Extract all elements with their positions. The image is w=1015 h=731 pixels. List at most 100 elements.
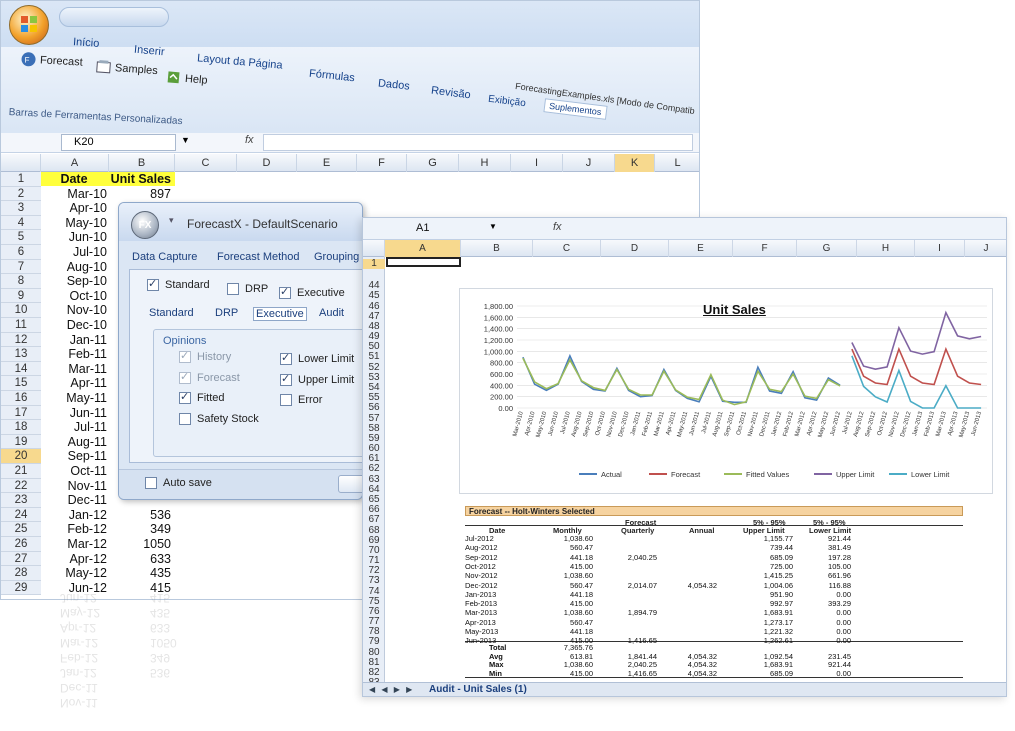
row-number[interactable]: 28: [1, 566, 41, 581]
cell-date[interactable]: Jan-12: [41, 508, 109, 522]
tab-inserir[interactable]: Inserir: [134, 44, 165, 59]
cell-date[interactable]: Apr-11: [41, 376, 109, 390]
checkbox-drp[interactable]: [227, 283, 239, 295]
table-cell[interactable]: 0.00: [795, 669, 851, 678]
checkbox-fitted[interactable]: [179, 390, 191, 404]
table-cell[interactable]: 393.29: [795, 599, 851, 608]
active-cell-a1[interactable]: [386, 257, 461, 267]
option-drp[interactable]: DRP: [227, 283, 268, 295]
front-row-number[interactable]: 45: [363, 291, 385, 301]
row-number[interactable]: 11: [1, 318, 41, 333]
row-number[interactable]: 6: [1, 245, 41, 260]
row-number[interactable]: 5: [1, 230, 41, 245]
front-column-header[interactable]: G: [797, 240, 857, 257]
table-cell[interactable]: 1,221.32: [721, 627, 793, 636]
table-cell[interactable]: 0.00: [795, 608, 851, 617]
menu-forecast-method[interactable]: Forecast Method: [217, 251, 300, 263]
row-number[interactable]: 13: [1, 347, 41, 362]
cell-unit-sales[interactable]: 1050: [109, 537, 175, 551]
cell-date[interactable]: Oct-11: [41, 464, 109, 478]
table-cell[interactable]: Apr-2013: [465, 618, 496, 627]
front-row-number[interactable]: 67: [363, 515, 385, 525]
column-header[interactable]: K: [615, 154, 655, 172]
cell-date[interactable]: Sep-10: [41, 274, 109, 288]
dialog-menu-icon[interactable]: ▾: [169, 215, 174, 226]
row-number[interactable]: 9: [1, 288, 41, 304]
cell-unit-sales[interactable]: 349: [109, 522, 175, 536]
row-number[interactable]: 18: [1, 420, 41, 435]
table-cell[interactable]: 560.47: [523, 543, 593, 552]
row-number[interactable]: 25: [1, 522, 41, 537]
autosave-option[interactable]: Auto save: [145, 477, 212, 489]
checkbox-safety-stock[interactable]: [179, 413, 191, 425]
cell-date[interactable]: Apr-10: [41, 201, 109, 215]
subtab-standard[interactable]: Standard: [149, 307, 194, 319]
row-number[interactable]: 3: [1, 201, 41, 216]
front-row-number[interactable]: 56: [363, 403, 385, 413]
cell-date[interactable]: Aug-10: [41, 260, 109, 274]
table-cell[interactable]: 1,416.65: [595, 636, 657, 645]
row-number[interactable]: 22: [1, 478, 41, 494]
cell-date[interactable]: Jul-11: [41, 420, 109, 434]
cell-date[interactable]: Oct-10: [41, 289, 109, 303]
row-number[interactable]: 12: [1, 332, 41, 348]
front-select-all-corner[interactable]: [363, 240, 385, 257]
cell-date[interactable]: Apr-12: [41, 552, 109, 566]
table-cell[interactable]: 560.47: [523, 581, 593, 590]
table-cell[interactable]: 685.09: [721, 553, 793, 562]
table-cell[interactable]: 1,262.61: [721, 636, 793, 645]
row-number[interactable]: 14: [1, 361, 41, 377]
table-cell[interactable]: 441.18: [523, 627, 593, 636]
front-column-header[interactable]: F: [733, 240, 797, 257]
table-cell[interactable]: 1,038.60: [523, 608, 593, 617]
cell-date[interactable]: Jun-10: [41, 230, 109, 244]
table-cell[interactable]: 921.44: [795, 534, 851, 543]
checkbox-standard[interactable]: [147, 277, 159, 291]
front-column-header[interactable]: D: [601, 240, 669, 257]
cell-date[interactable]: Dec-11: [41, 493, 109, 507]
cell-date[interactable]: Nov-11: [41, 479, 109, 493]
table-cell[interactable]: 116.88: [795, 581, 851, 590]
fx-icon[interactable]: fx: [245, 134, 254, 146]
table-cell[interactable]: 1,415.25: [721, 571, 793, 580]
table-cell[interactable]: Jan-2013: [465, 590, 496, 599]
cell-date[interactable]: Mar-12: [41, 537, 109, 551]
front-column-header[interactable]: A: [385, 240, 461, 257]
cell-date[interactable]: May-10: [41, 216, 109, 230]
row-number[interactable]: 26: [1, 537, 41, 552]
table-cell[interactable]: 2,040.25: [595, 553, 657, 562]
cell-unit-sales[interactable]: 633: [109, 552, 175, 566]
table-cell[interactable]: Dec-2012: [465, 581, 498, 590]
table-cell[interactable]: 0.00: [795, 618, 851, 627]
cell-unit-sales[interactable]: 435: [109, 566, 175, 580]
subtab-audit[interactable]: Audit: [319, 307, 344, 319]
column-header[interactable]: F: [357, 154, 407, 172]
table-cell[interactable]: 0.00: [795, 590, 851, 599]
option-executive[interactable]: Executive: [279, 285, 345, 299]
row-number[interactable]: 7: [1, 259, 41, 275]
table-cell[interactable]: Feb-2013: [465, 599, 497, 608]
table-cell[interactable]: 739.44: [721, 543, 793, 552]
front-column-header[interactable]: B: [461, 240, 533, 257]
front-row-number[interactable]: 62: [363, 464, 385, 474]
table-cell[interactable]: Jul-2012: [465, 534, 494, 543]
name-box[interactable]: K20: [61, 134, 176, 151]
table-cell[interactable]: 560.47: [523, 618, 593, 627]
subtab-executive[interactable]: Executive: [253, 307, 307, 321]
front-column-header[interactable]: E: [669, 240, 733, 257]
column-header[interactable]: E: [297, 154, 357, 172]
front-row-number[interactable]: 51: [363, 352, 385, 362]
opinion-fitted[interactable]: Fitted: [179, 390, 225, 404]
row-number[interactable]: 21: [1, 464, 41, 479]
cell-unit-sales[interactable]: 536: [109, 508, 175, 522]
quick-access-toolbar[interactable]: [59, 7, 169, 27]
column-header[interactable]: C: [175, 154, 237, 172]
cell-date[interactable]: Aug-11: [41, 435, 109, 449]
front-name-box[interactable]: A1: [388, 220, 498, 237]
table-cell[interactable]: 1,894.79: [595, 608, 657, 617]
row-number[interactable]: 27: [1, 551, 41, 567]
cell-date[interactable]: Nov-10: [41, 303, 109, 317]
opinion-error[interactable]: Error: [280, 394, 322, 406]
table-cell[interactable]: 951.90: [721, 590, 793, 599]
subtab-drp[interactable]: DRP: [215, 307, 238, 319]
